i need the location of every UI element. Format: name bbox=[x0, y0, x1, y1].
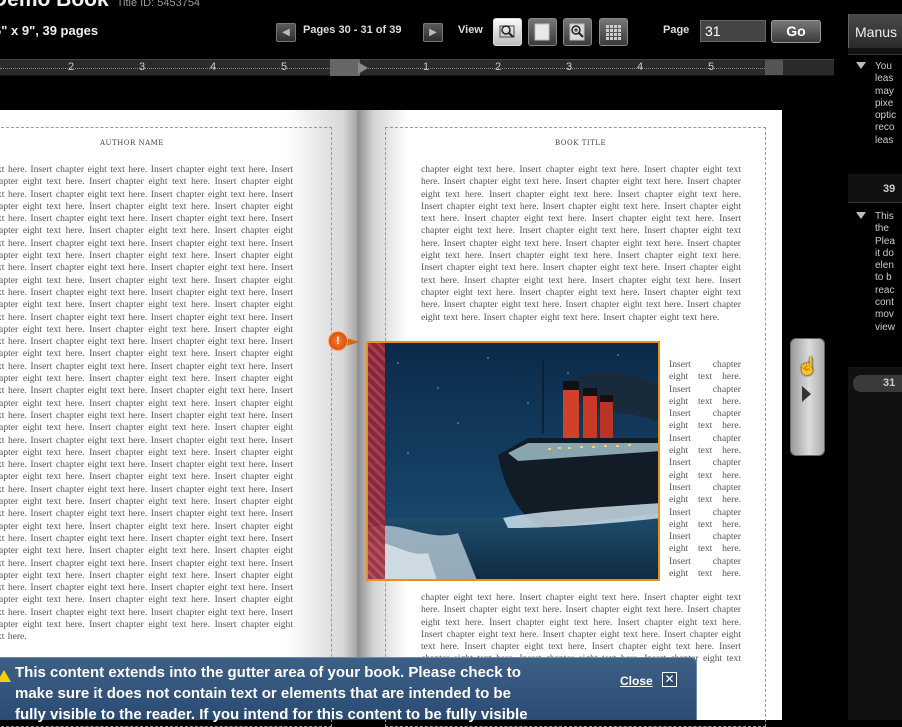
ruler-number: 5 bbox=[281, 61, 288, 73]
zoom-fit-button[interactable] bbox=[493, 18, 522, 46]
warning-pointer-icon bbox=[346, 338, 360, 346]
triangle-right-icon: ▶ bbox=[429, 27, 437, 38]
single-page-icon bbox=[534, 23, 550, 41]
ruler-pointer-icon bbox=[358, 62, 368, 74]
banner-text-line: fully visible to the reader. If you inte… bbox=[15, 706, 528, 723]
triangle-right-icon bbox=[802, 386, 811, 402]
ship-illustration bbox=[368, 343, 658, 579]
pages-range: Pages 30 - 31 of 39 bbox=[303, 24, 402, 36]
warning-icon[interactable]: ! bbox=[328, 331, 348, 351]
ruler-gutter-marker bbox=[330, 59, 360, 76]
right-page-body-wrap: Insert chapter eight text here. Insert c… bbox=[669, 359, 741, 581]
ruler-number: 1 bbox=[423, 61, 430, 73]
right-running-header: BOOK TITLE bbox=[555, 139, 607, 147]
grid-view-button[interactable] bbox=[599, 18, 628, 46]
ruler-scroll-thumb[interactable] bbox=[765, 60, 783, 75]
disclosure-triangle-icon[interactable] bbox=[856, 212, 866, 219]
ruler-number: 3 bbox=[566, 61, 573, 73]
page-number-input[interactable] bbox=[700, 20, 766, 42]
title-id: Title ID: 5453754 bbox=[116, 0, 201, 9]
ruler-number: 2 bbox=[495, 61, 502, 73]
right-page-body-top: chapter eight text here. Insert chapter … bbox=[421, 164, 741, 323]
close-link[interactable]: Close bbox=[620, 674, 653, 688]
book-title: Demo BookTitle ID: 5453754 bbox=[0, 0, 200, 12]
single-page-button[interactable] bbox=[528, 18, 557, 46]
next-pages-button[interactable]: ▶ bbox=[423, 23, 443, 42]
book-trim-info: 6" x 9", 39 pages bbox=[0, 23, 99, 38]
view-label: View bbox=[458, 24, 483, 36]
zoom-in-icon bbox=[569, 23, 585, 41]
panel-title: Manus bbox=[855, 24, 898, 40]
ruler-number: 3 bbox=[139, 61, 146, 73]
page-label: Page bbox=[663, 24, 690, 36]
issue-page-number[interactable]: 39 bbox=[883, 183, 895, 195]
ruler-number: 4 bbox=[210, 61, 217, 73]
banner-text-line: make sure it does not contain text or el… bbox=[15, 685, 511, 702]
banner-text-line: This content extends into the gutter are… bbox=[15, 664, 521, 681]
close-icon[interactable]: ✕ bbox=[662, 672, 677, 687]
titanic-ship-image[interactable] bbox=[366, 341, 660, 581]
left-page-body: text here. Insert chapter eight text her… bbox=[0, 164, 293, 643]
zoom-fit-icon bbox=[499, 25, 515, 38]
issue-item[interactable]: You leas may pixe optic reco leas bbox=[848, 54, 902, 174]
triangle-left-icon: ◀ bbox=[282, 27, 290, 38]
ruler-number: 2 bbox=[68, 61, 75, 73]
issue-page-number[interactable]: 31 bbox=[883, 377, 895, 389]
hand-cursor-icon: ☝ bbox=[797, 357, 819, 376]
page-ruler: 2 3 4 5 1 2 3 4 5 bbox=[0, 59, 834, 76]
zoom-in-button[interactable] bbox=[563, 18, 592, 46]
gutter-warning-overlay bbox=[368, 343, 385, 579]
issue-text: This the Plea it do elen to b reac cont mov view bbox=[875, 211, 896, 333]
left-running-header: AUTHOR NAME bbox=[100, 139, 164, 147]
ruler-number: 5 bbox=[708, 61, 715, 73]
issue-text: You leas may pixe optic reco leas bbox=[875, 61, 897, 146]
ruler-number: 4 bbox=[637, 61, 644, 73]
grid-view-icon bbox=[606, 25, 621, 40]
issue-item[interactable]: This the Plea it do elen to b reac cont mov view bbox=[848, 202, 902, 367]
prev-pages-button[interactable]: ◀ bbox=[276, 23, 296, 42]
warning-icon bbox=[0, 670, 11, 682]
disclosure-triangle-icon[interactable] bbox=[856, 62, 866, 69]
go-button[interactable]: Go bbox=[771, 20, 821, 43]
